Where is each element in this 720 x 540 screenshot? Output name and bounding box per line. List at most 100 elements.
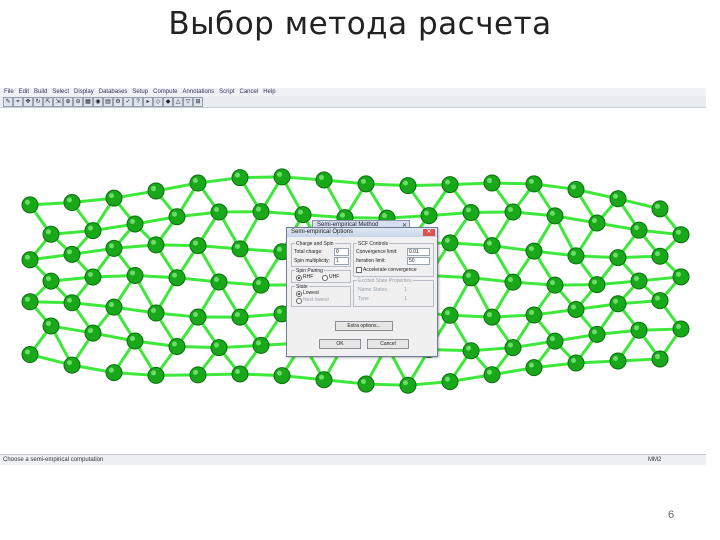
carbon-atom[interactable] bbox=[105, 364, 123, 382]
carbon-atom[interactable] bbox=[147, 304, 165, 322]
menu-item-help[interactable]: Help bbox=[263, 89, 275, 95]
next-lowest-radio[interactable] bbox=[296, 298, 302, 304]
carbon-atom[interactable] bbox=[441, 306, 459, 324]
menu-item-build[interactable]: Build bbox=[34, 89, 47, 95]
toolbar-tool-2-icon[interactable]: ⌖ bbox=[13, 97, 23, 107]
toolbar-tool-10-icon[interactable]: ◉ bbox=[93, 97, 103, 107]
toolbar-tool-1-icon[interactable]: ✎ bbox=[3, 97, 13, 107]
total-charge-field[interactable]: 0 bbox=[334, 248, 349, 256]
carbon-atom[interactable] bbox=[567, 354, 585, 372]
ok-button[interactable]: OK bbox=[319, 339, 361, 349]
carbon-atom[interactable] bbox=[168, 337, 186, 355]
carbon-atom[interactable] bbox=[63, 294, 81, 312]
carbon-atom[interactable] bbox=[252, 336, 270, 354]
carbon-atom[interactable] bbox=[21, 251, 39, 269]
carbon-atom[interactable] bbox=[126, 266, 144, 284]
carbon-atom[interactable] bbox=[63, 194, 81, 212]
toolbar-tool-3-icon[interactable]: ✥ bbox=[23, 97, 33, 107]
carbon-atom[interactable] bbox=[525, 359, 543, 377]
carbon-atom[interactable] bbox=[189, 366, 207, 384]
carbon-atom[interactable] bbox=[84, 222, 102, 240]
multiplicity-field[interactable]: 1 bbox=[334, 257, 349, 265]
carbon-atom[interactable] bbox=[609, 190, 627, 208]
carbon-atom[interactable] bbox=[231, 240, 249, 258]
toolbar-tool-11-icon[interactable]: ▤ bbox=[103, 97, 113, 107]
carbon-atom[interactable] bbox=[483, 366, 501, 384]
carbon-atom[interactable] bbox=[441, 234, 459, 252]
carbon-atom[interactable] bbox=[252, 276, 270, 294]
carbon-atom[interactable] bbox=[651, 247, 669, 265]
carbon-atom[interactable] bbox=[105, 189, 123, 207]
carbon-atom[interactable] bbox=[357, 175, 375, 193]
toolbar-tool-15-icon[interactable]: ▸ bbox=[143, 97, 153, 107]
carbon-atom[interactable] bbox=[42, 317, 60, 335]
iteration-field[interactable]: 50 bbox=[407, 257, 430, 265]
carbon-atom[interactable] bbox=[441, 176, 459, 194]
carbon-atom[interactable] bbox=[441, 373, 459, 391]
carbon-atom[interactable] bbox=[546, 276, 564, 294]
carbon-atom[interactable] bbox=[294, 206, 312, 224]
carbon-atom[interactable] bbox=[231, 308, 249, 326]
carbon-atom[interactable] bbox=[399, 177, 417, 195]
carbon-atom[interactable] bbox=[483, 308, 501, 326]
toolbar-tool-17-icon[interactable]: ◆ bbox=[163, 97, 173, 107]
menu-item-compute[interactable]: Compute bbox=[153, 89, 177, 95]
carbon-atom[interactable] bbox=[105, 239, 123, 257]
carbon-atom[interactable] bbox=[420, 207, 438, 225]
toolbar-tool-5-icon[interactable]: ⇱ bbox=[43, 97, 53, 107]
carbon-atom[interactable] bbox=[105, 298, 123, 316]
toolbar-tool-8-icon[interactable]: ⊖ bbox=[73, 97, 83, 107]
menu-item-databases[interactable]: Databases bbox=[99, 89, 128, 95]
carbon-atom[interactable] bbox=[567, 247, 585, 265]
carbon-atom[interactable] bbox=[546, 332, 564, 350]
carbon-atom[interactable] bbox=[588, 214, 606, 232]
carbon-atom[interactable] bbox=[567, 301, 585, 319]
toolbar-tool-16-icon[interactable]: ◇ bbox=[153, 97, 163, 107]
toolbar-tool-13-icon[interactable]: ✓ bbox=[123, 97, 133, 107]
carbon-atom[interactable] bbox=[21, 293, 39, 311]
carbon-atom[interactable] bbox=[630, 221, 648, 239]
carbon-atom[interactable] bbox=[42, 225, 60, 243]
carbon-atom[interactable] bbox=[672, 320, 690, 338]
toolbar-tool-14-icon[interactable]: ? bbox=[133, 97, 143, 107]
carbon-atom[interactable] bbox=[273, 367, 291, 385]
carbon-atom[interactable] bbox=[483, 237, 501, 255]
carbon-atom[interactable] bbox=[525, 242, 543, 260]
toolbar-tool-20-icon[interactable]: ⊞ bbox=[193, 97, 203, 107]
carbon-atom[interactable] bbox=[63, 245, 81, 263]
menu-item-edit[interactable]: Edit bbox=[19, 89, 29, 95]
close-button[interactable]: ✕ bbox=[423, 229, 435, 236]
carbon-atom[interactable] bbox=[630, 272, 648, 290]
uhf-radio[interactable] bbox=[322, 275, 328, 281]
carbon-atom[interactable] bbox=[588, 325, 606, 343]
menu-item-file[interactable]: File bbox=[4, 89, 14, 95]
menu-item-display[interactable]: Display bbox=[74, 89, 94, 95]
convergence-field[interactable]: 0.01 bbox=[407, 248, 430, 256]
menu-item-cancel[interactable]: Cancel bbox=[240, 89, 259, 95]
carbon-atom[interactable] bbox=[63, 356, 81, 374]
carbon-atom[interactable] bbox=[210, 339, 228, 357]
carbon-atom[interactable] bbox=[672, 226, 690, 244]
toolbar-tool-9-icon[interactable]: ▦ bbox=[83, 97, 93, 107]
lowest-radio[interactable] bbox=[296, 291, 302, 297]
menu-item-setup[interactable]: Setup bbox=[132, 89, 148, 95]
carbon-atom[interactable] bbox=[189, 174, 207, 192]
carbon-atom[interactable] bbox=[462, 342, 480, 360]
carbon-atom[interactable] bbox=[126, 215, 144, 233]
carbon-atom[interactable] bbox=[315, 371, 333, 389]
carbon-atom[interactable] bbox=[168, 208, 186, 226]
carbon-atom[interactable] bbox=[147, 366, 165, 384]
toolbar-tool-18-icon[interactable]: △ bbox=[173, 97, 183, 107]
carbon-atom[interactable] bbox=[210, 203, 228, 221]
carbon-atom[interactable] bbox=[504, 203, 522, 221]
accelerate-checkbox[interactable] bbox=[356, 267, 362, 273]
carbon-atom[interactable] bbox=[21, 196, 39, 214]
carbon-atom[interactable] bbox=[147, 182, 165, 200]
carbon-atom[interactable] bbox=[651, 350, 669, 368]
carbon-atom[interactable] bbox=[609, 295, 627, 313]
carbon-atom[interactable] bbox=[588, 276, 606, 294]
cancel-button[interactable]: Cancel bbox=[367, 339, 409, 349]
carbon-atom[interactable] bbox=[252, 203, 270, 221]
carbon-atom[interactable] bbox=[168, 269, 186, 287]
carbon-atom[interactable] bbox=[126, 332, 144, 350]
